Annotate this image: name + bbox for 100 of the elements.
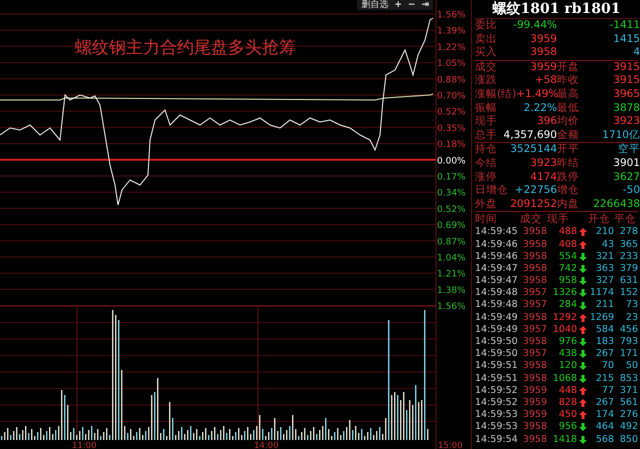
trade-open: 568 (594, 434, 614, 446)
price-axis-label: 0.52% (437, 204, 466, 215)
time-axis-label: 14:00 (254, 441, 278, 449)
price-axis-label: 1.21% (437, 270, 466, 280)
quote-value: 3878 (613, 102, 640, 116)
trade-open: 1174 (588, 287, 614, 300)
quote-label: 涨跌 (475, 74, 497, 88)
trade-time: 14:59:47 (475, 275, 519, 288)
trade-open: 267 (594, 348, 614, 360)
trade-volume: 438 (558, 348, 577, 360)
trade-time: 14:59:46 (475, 238, 519, 251)
trade-close: 152 (618, 287, 638, 300)
trade-open: 584 (594, 324, 614, 336)
trade-open: 43 (600, 238, 614, 251)
price-axis-label: 1.04% (437, 254, 466, 264)
quote-label: 现手 (475, 115, 497, 129)
quote-label: 最低 (557, 102, 579, 116)
trade-price: 3958 (522, 226, 547, 239)
price-axis-label: 0.52% (437, 108, 466, 118)
quote-value: 2.22% (524, 102, 557, 116)
trade-price: 3957 (522, 287, 547, 300)
price-axis-label: 0.17% (437, 172, 466, 182)
trade-time: 14:59:49 (475, 324, 519, 336)
trade-time: 14:59:51 (475, 360, 519, 373)
price-axis-label: 1.39% (437, 26, 466, 37)
trade-open: 327 (594, 275, 614, 288)
trade-price: 3958 (522, 336, 547, 348)
trade-open: 464 (594, 421, 614, 434)
trade-price: 3958 (522, 312, 547, 324)
quote-label: 总手 (475, 128, 497, 142)
column-header: 平仓 (614, 212, 637, 226)
trade-close: 365 (618, 238, 638, 251)
trade-volume: 554 (558, 250, 577, 263)
trade-time: 14:59:53 (475, 409, 519, 422)
trade-volume: 1040 (552, 324, 577, 336)
trade-time: 14:59:48 (475, 287, 519, 300)
trade-volume: 1326 (552, 287, 577, 300)
trade-volume: 958 (558, 275, 577, 288)
trade-close: 233 (618, 250, 638, 263)
trade-close: 793 (618, 336, 638, 348)
trade-open: 211 (594, 299, 614, 312)
trade-price: 3959 (522, 384, 547, 397)
trade-price: 3959 (522, 396, 547, 410)
price-axis-label: 0.69% (437, 221, 466, 232)
trade-volume: 1068 (552, 372, 577, 385)
trade-close: 492 (618, 421, 638, 434)
quote-value: 3915 (613, 60, 640, 74)
quote-value: 3923 (530, 156, 557, 171)
quote-value: 4,357,690 (504, 128, 557, 142)
quote-value: -50 (622, 184, 640, 198)
trade-price: 3957 (522, 324, 547, 336)
trade-open: 174 (594, 409, 614, 422)
trade-close: 456 (618, 324, 638, 336)
quote-value: 3959 (530, 32, 557, 46)
trade-price: 3958 (522, 250, 547, 263)
trade-time: 14:59:53 (475, 421, 519, 434)
quote-label: 昨收 (557, 74, 579, 88)
trade-price: 3958 (522, 434, 547, 446)
price-axis-label: 1.56% (437, 302, 466, 312)
toolbar-button[interactable]: − (406, 0, 418, 10)
quote-value: 3901 (613, 156, 640, 171)
price-axis-label: 0.34% (437, 188, 466, 199)
quote-value: 4 (633, 46, 640, 60)
quote-label: 开平 (557, 143, 579, 157)
quote-label: 增仓 (557, 184, 579, 198)
quote-label: 振幅 (475, 102, 497, 115)
trade-close: 850 (618, 434, 638, 446)
trade-price: 3957 (522, 348, 547, 360)
price-axis-label: 1.05% (437, 59, 466, 70)
price-axis-label: 0.35% (437, 124, 466, 134)
column-header: 时间 (475, 212, 498, 226)
trade-open: 183 (594, 336, 614, 348)
trade-time: 14:59:50 (475, 336, 519, 348)
quote-value: 3525144 (510, 143, 557, 157)
quote-value: 2266438 (593, 198, 640, 212)
quote-label: 内盘 (557, 198, 579, 212)
quote-label: 持仓 (475, 143, 497, 157)
trade-price: 3958 (522, 275, 547, 288)
trade-volume: 742 (558, 262, 577, 276)
column-header: 成交 (520, 212, 543, 226)
price-axis-label: 0.87% (437, 237, 466, 248)
trade-time: 14:59:47 (475, 262, 519, 276)
quote-value: +22756 (514, 184, 557, 198)
quote-label: 昨结 (557, 156, 579, 171)
price-axis-label: 1.56% (437, 10, 466, 20)
trade-volume: 448 (558, 384, 577, 397)
trade-open: 210 (594, 226, 614, 239)
toolbar-button[interactable]: ⇥ (419, 0, 431, 10)
trade-price: 3959 (522, 409, 547, 422)
trade-open: 321 (594, 250, 614, 263)
trade-volume: 120 (558, 360, 577, 373)
trade-close: 379 (618, 262, 638, 276)
trade-time: 14:59:52 (475, 384, 519, 397)
trade-price: 3958 (522, 262, 547, 276)
trade-close: 276 (618, 409, 638, 422)
trade-close: 561 (618, 396, 638, 410)
toolbar-button[interactable]: + (392, 0, 404, 10)
time-axis-label: 15:00 (438, 441, 462, 449)
quote-value: -1411 (609, 19, 640, 33)
trade-time: 14:59:45 (475, 226, 519, 239)
